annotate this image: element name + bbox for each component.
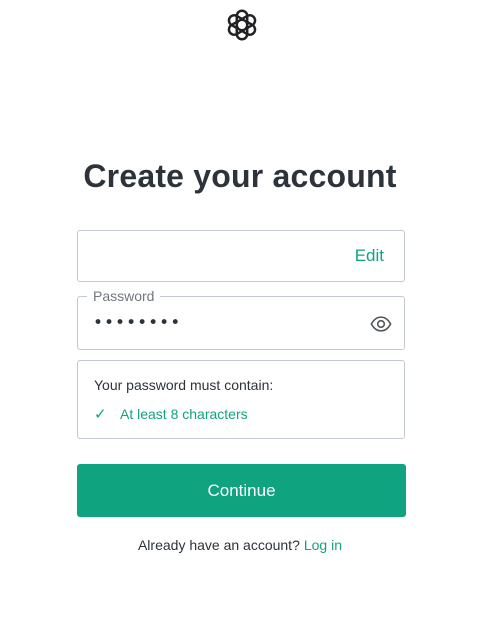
check-icon: ✓ [94, 405, 107, 423]
continue-button[interactable]: Continue [77, 464, 406, 517]
password-field[interactable]: Password [77, 287, 405, 350]
eye-icon[interactable] [370, 313, 392, 335]
edit-email-link[interactable]: Edit [355, 246, 384, 266]
email-field[interactable]: Edit [77, 230, 405, 282]
requirement-text: At least 8 characters [120, 406, 248, 422]
requirement-item: ✓ At least 8 characters [94, 405, 248, 423]
password-label: Password [87, 287, 161, 305]
openai-logo-icon [227, 9, 257, 41]
login-prompt-text: Already have an account? [137, 537, 300, 553]
page-title: Create your account [83, 158, 397, 194]
login-link[interactable]: Log in [304, 537, 342, 553]
requirements-title: Your password must contain: [94, 377, 274, 393]
login-prompt: Already have an account? Log in [0, 537, 480, 553]
password-input[interactable] [93, 311, 353, 335]
password-requirements: Your password must contain: ✓ At least 8… [77, 360, 405, 439]
